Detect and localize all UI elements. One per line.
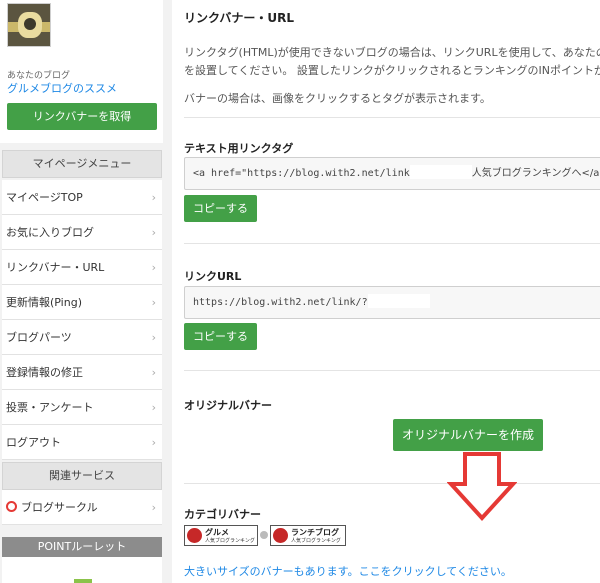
point-roulette-header: POINTルーレット <box>2 537 162 557</box>
description-line-1: リンクタグ(HTML)が使用できないブログの場合は、リンクURLを使用して、あな… <box>184 46 600 59</box>
sidebar-item-label: ブログサークル <box>21 501 98 514</box>
create-original-banner-button[interactable]: オリジナルバナーを作成 <box>393 419 543 451</box>
sidebar-item-label: 投票・アンケート <box>6 401 94 414</box>
banner-gourmet[interactable]: グルメ 人気ブログランキング <box>184 525 258 546</box>
chevron-right-icon: › <box>151 226 156 239</box>
page-title: リンクバナー・URL <box>184 11 295 25</box>
link-url-field[interactable]: https://blog.with2.net/link/? <box>184 286 600 319</box>
link-url-title: リンクURL <box>184 270 242 283</box>
ranking-logo-icon <box>187 528 202 543</box>
chevron-right-icon: › <box>151 331 156 344</box>
sidebar-item-label: マイページTOP <box>6 191 83 204</box>
more-sizes-link[interactable]: 大きいサイズのバナーもあります。ここをクリックしてください。 <box>184 563 512 579</box>
copy-link-url-button[interactable]: コピーする <box>184 323 257 350</box>
sidebar-item-edit-registration[interactable]: 登録情報の修正 › <box>2 355 162 390</box>
sidebar-item-blog-circle[interactable]: ブログサークル › <box>2 490 162 525</box>
divider <box>184 483 600 484</box>
get-link-banner-button[interactable]: リンクバナーを取得 <box>7 103 157 130</box>
sidebar-item-ping[interactable]: 更新情報(Ping) › <box>2 285 162 320</box>
sidebar-item-mypage-top[interactable]: マイページTOP › <box>2 180 162 215</box>
chevron-right-icon: › <box>151 501 156 514</box>
sidebar-item-label: 更新情報(Ping) <box>6 296 82 309</box>
blog-thumbnail[interactable] <box>7 3 51 47</box>
blog-name-link[interactable]: グルメブログのススメ <box>7 80 117 96</box>
sidebar-item-label: ブログパーツ <box>6 331 72 344</box>
banner-lunch-blog[interactable]: ランチブログ 人気ブログランキング <box>270 525 346 546</box>
chevron-right-icon: › <box>151 296 156 309</box>
arrow-down-icon <box>447 452 517 521</box>
chevron-right-icon: › <box>151 261 156 274</box>
redacted-id <box>409 165 472 179</box>
text-link-code-field[interactable]: <a href="https://blog.with2.net/link 人気ブロ… <box>184 157 600 190</box>
blog-circle-icon <box>6 501 17 512</box>
description-line-3: バナーの場合は、画像をクリックするとタグが表示されます。 <box>184 92 491 105</box>
redacted-id <box>367 294 430 308</box>
code-prefix: <a href="https://blog.with2.net/link <box>193 168 410 179</box>
main-content: リンクバナー・URL リンクタグ(HTML)が使用できないブログの場合は、リンク… <box>172 0 600 583</box>
chevron-right-icon: › <box>151 366 156 379</box>
sidebar-item-label: ログアウト <box>6 436 61 449</box>
description-line-2: を設置してください。 設置したリンクがクリックされるとランキングのINポイントが <box>184 64 600 77</box>
sidebar-item-label: 登録情報の修正 <box>6 366 83 379</box>
mypage-menu-header: マイページメニュー <box>2 150 162 178</box>
ranking-logo-icon <box>273 528 288 543</box>
related-services-header: 関連サービス <box>2 462 162 490</box>
sidebar-item-link-banner[interactable]: リンクバナー・URL › <box>2 250 162 285</box>
sidebar: あなたのブログ グルメブログのススメ リンクバナーを取得 マイページメニュー マ… <box>0 0 163 583</box>
chevron-right-icon: › <box>151 191 156 204</box>
sidebar-item-label: リンクバナー・URL <box>6 261 105 274</box>
sidebar-item-vote-survey[interactable]: 投票・アンケート › <box>2 390 162 425</box>
code-suffix: 人気ブログランキングへ</a> <box>471 168 600 179</box>
divider <box>184 117 600 118</box>
sidebar-item-label: お気に入りブログ <box>6 226 94 239</box>
divider <box>184 370 600 371</box>
sidebar-item-blog-parts[interactable]: ブログパーツ › <box>2 320 162 355</box>
sidebar-item-logout[interactable]: ログアウト › <box>2 425 162 460</box>
sidebar-item-favorites[interactable]: お気に入りブログ › <box>2 215 162 250</box>
chevron-right-icon: › <box>151 436 156 449</box>
original-banner-title: オリジナルバナー <box>184 399 272 412</box>
link-url-value: https://blog.with2.net/link/? <box>193 297 368 308</box>
blog-info-panel: あなたのブログ グルメブログのススメ リンクバナーを取得 <box>0 0 163 143</box>
banner-subtitle: 人気ブログランキング <box>291 538 341 544</box>
copy-text-link-button[interactable]: コピーする <box>184 195 257 222</box>
point-roulette-panel[interactable] <box>2 557 162 583</box>
separator-dot <box>260 531 268 539</box>
mypage-menu: マイページTOP › お気に入りブログ › リンクバナー・URL › 更新情報(Pin… <box>2 180 162 460</box>
category-banner-title: カテゴリバナー <box>184 508 261 521</box>
text-link-tag-title: テキスト用リンクタグ <box>184 142 294 155</box>
divider <box>184 243 600 244</box>
banner-subtitle: 人気ブログランキング <box>205 538 255 544</box>
chevron-right-icon: › <box>151 401 156 414</box>
